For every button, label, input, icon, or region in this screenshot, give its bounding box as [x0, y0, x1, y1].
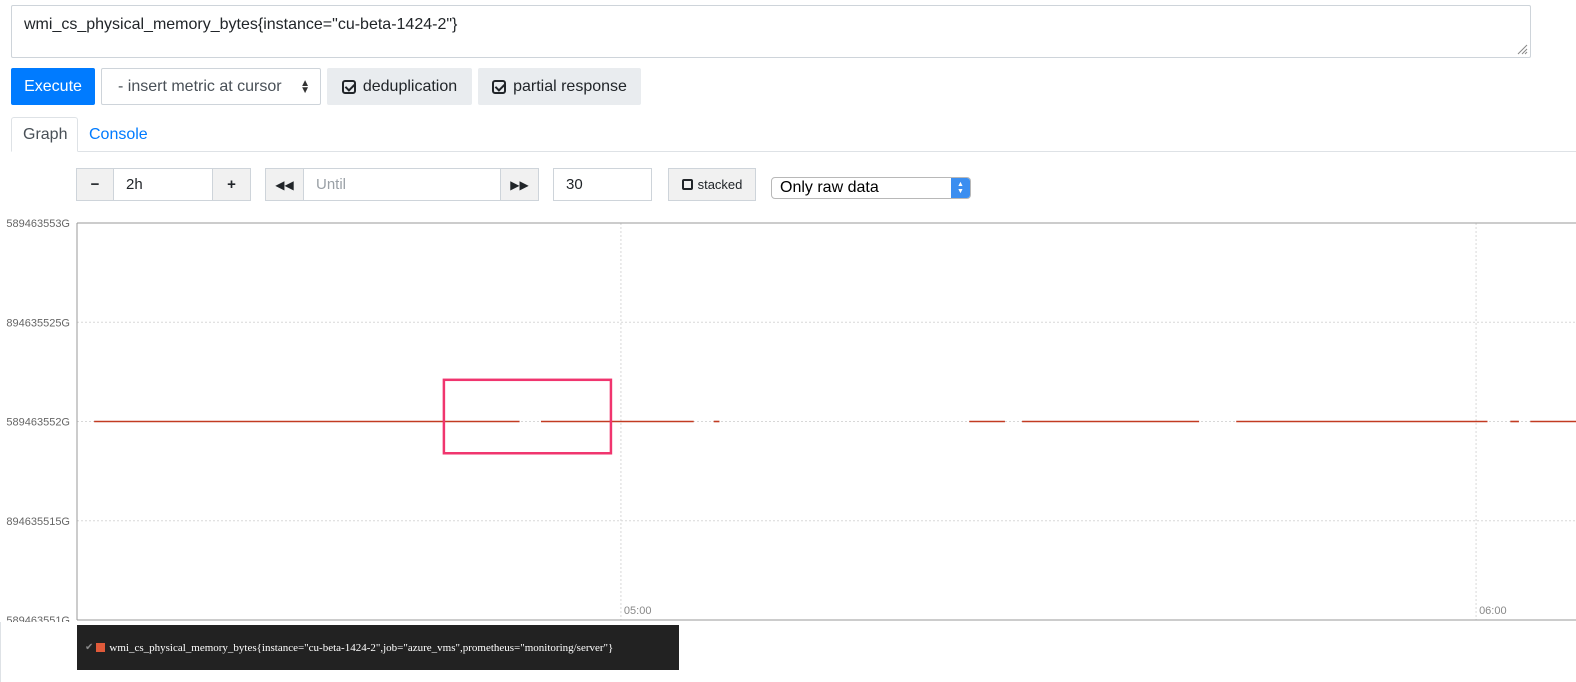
y-tick-label: 894635515G [6, 516, 70, 528]
execute-button[interactable]: Execute [11, 68, 95, 105]
insert-metric-label: - insert metric at cursor [118, 77, 282, 95]
range-value: 2h [126, 176, 143, 193]
y-tick-label: 589463553G [6, 218, 70, 230]
until-placeholder: Until [316, 176, 347, 193]
x-tick-label: 05:00 [624, 605, 652, 617]
resolution-input[interactable]: 30 [553, 168, 652, 201]
decrease-range-button[interactable]: − [76, 168, 114, 201]
page-border [0, 622, 1, 682]
legend-entry-label: wmi_cs_physical_memory_bytes{instance="c… [109, 641, 614, 654]
expression-text: wmi_cs_physical_memory_bytes{instance="c… [24, 16, 458, 33]
graph-chart[interactable]: 589463553G 894635525G 589463552G 894635515G… [0, 210, 1576, 622]
double-chevron-left-icon: ◀◀ [275, 177, 294, 192]
stacked-toggle[interactable]: stacked [668, 168, 756, 201]
select-arrows-icon: ▲ ▼ [951, 178, 970, 198]
stacked-label: stacked [697, 177, 743, 192]
downsampling-selected: Only raw data [780, 179, 879, 196]
expression-input[interactable]: wmi_cs_physical_memory_bytes{instance="c… [11, 5, 1531, 58]
partial-response-toggle[interactable]: partial response [478, 68, 641, 105]
insert-metric-select[interactable]: - insert metric at cursor ▲ ▼ [101, 68, 321, 105]
range-input[interactable]: 2h [113, 168, 213, 201]
x-axis-ticks: 05:00 06:00 [624, 605, 1507, 617]
checkbox-empty-icon [681, 179, 693, 190]
query-page: wmi_cs_physical_memory_bytes{instance="c… [0, 0, 1576, 682]
double-chevron-right-icon: ▶▶ [510, 177, 529, 192]
tabs-divider [11, 151, 1576, 152]
until-input[interactable]: Until [303, 168, 501, 201]
tab-console[interactable]: Console [78, 117, 159, 152]
legend-check-icon: ✔ [85, 642, 94, 653]
minus-icon: − [90, 176, 100, 193]
chart-legend[interactable]: ✔ wmi_cs_physical_memory_bytes{instance=… [77, 625, 679, 670]
downsampling-select[interactable]: Only raw data ▲ ▼ [771, 177, 971, 199]
time-forward-button[interactable]: ▶▶ [500, 168, 539, 201]
highlight-box [442, 378, 613, 455]
highlight-annotation [442, 378, 613, 455]
y-tick-label: 589463552G [6, 417, 70, 429]
partial-response-label: partial response [513, 77, 627, 95]
legend-color-swatch [96, 643, 106, 652]
deduplication-label: deduplication [362, 77, 458, 95]
plus-icon: + [227, 176, 236, 193]
checkbox-checked-icon [492, 79, 507, 94]
deduplication-toggle[interactable]: deduplication [327, 68, 472, 105]
increase-range-button[interactable]: + [212, 168, 251, 201]
tab-graph[interactable]: Graph [11, 117, 78, 152]
resize-grip-icon[interactable] [1516, 43, 1528, 55]
y-tick-label: 589463551G [6, 615, 70, 622]
y-tick-label: 894635525G [6, 317, 70, 329]
select-arrows-icon: ▲ ▼ [300, 77, 310, 96]
time-back-button[interactable]: ◀◀ [265, 168, 304, 201]
x-tick-label: 06:00 [1479, 605, 1507, 617]
y-axis-ticks: 589463553G 894635525G 589463552G 894635515G… [6, 218, 70, 622]
checkbox-checked-icon [341, 79, 356, 94]
resolution-value: 30 [566, 176, 583, 193]
